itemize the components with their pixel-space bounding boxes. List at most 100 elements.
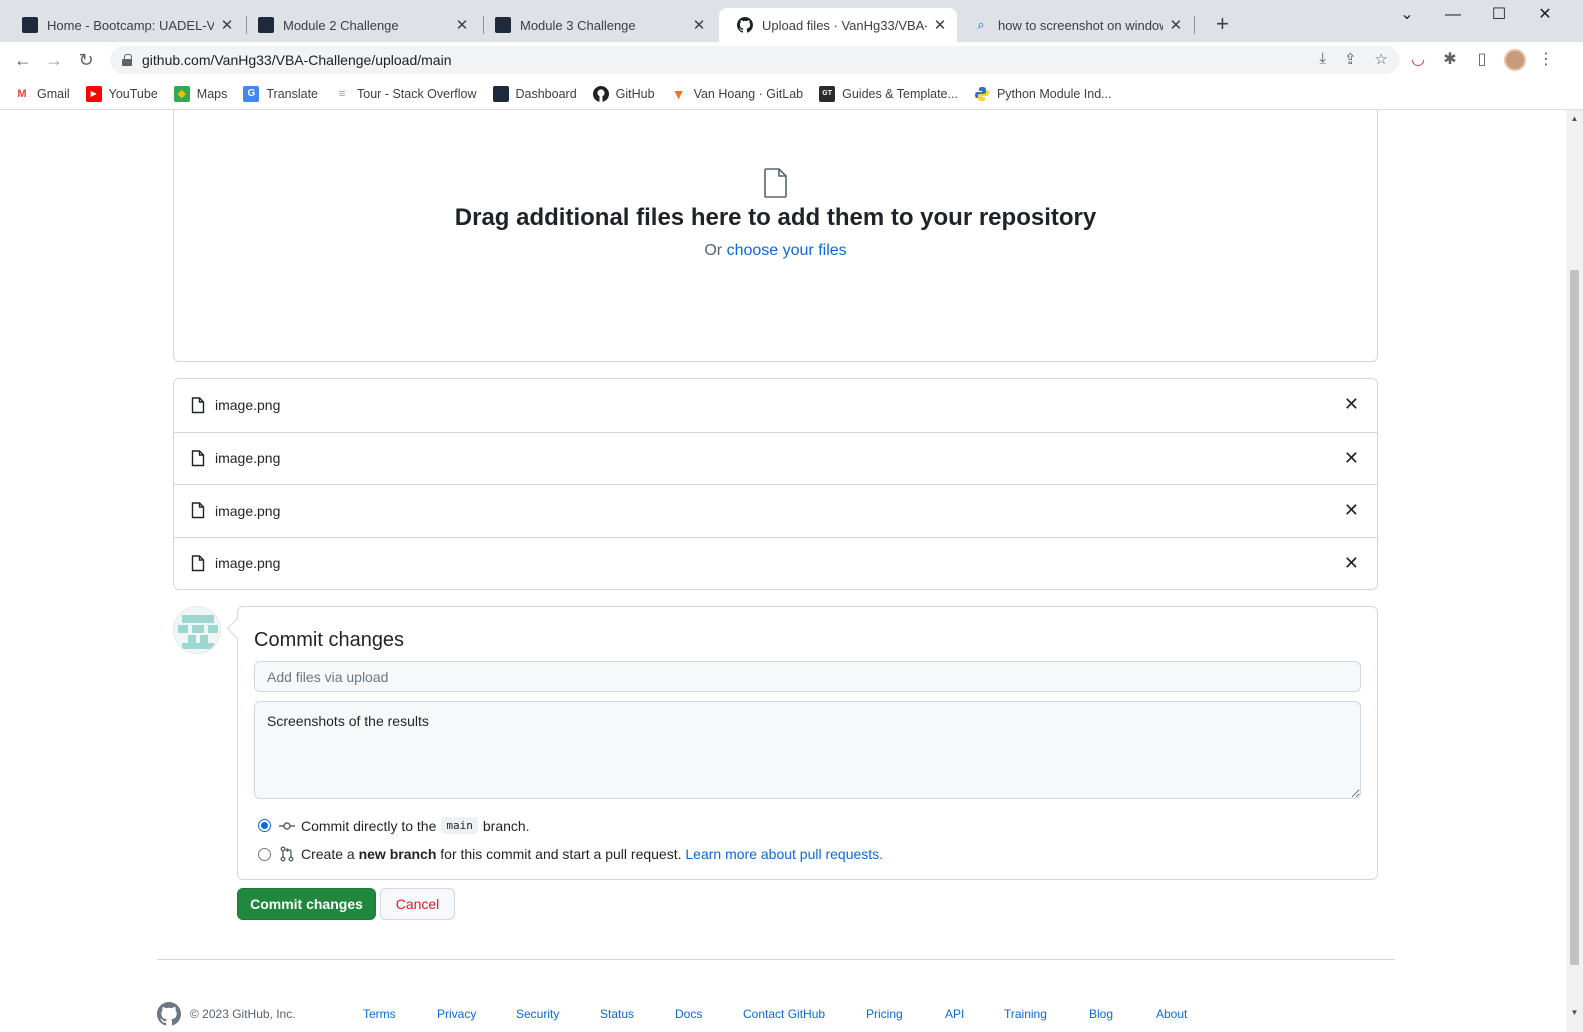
file-name: image.png — [215, 450, 281, 467]
remove-file-icon[interactable]: ✕ — [1344, 394, 1359, 414]
bookmark-python[interactable]: Python Module Ind... — [974, 86, 1112, 102]
footer-link-api[interactable]: API — [945, 1007, 964, 1021]
share-icon[interactable]: ⇪ — [1344, 50, 1357, 68]
bootcamp-favicon-icon — [22, 17, 38, 33]
maps-icon: ◆ — [173, 85, 190, 102]
bookmark-maps[interactable]: ◆ Maps — [173, 85, 227, 102]
footer-link-about[interactable]: About — [1156, 1007, 1187, 1021]
bookmarks-bar: M Gmail ▶ YouTube ◆ Maps G Translate ≡ Tour -… — [0, 78, 1583, 110]
footer-link-status[interactable]: Status — [600, 1007, 634, 1021]
gmail-icon: M — [17, 87, 27, 100]
scroll-up-icon[interactable]: ▲ — [1566, 114, 1583, 123]
maximize-icon[interactable]: ☐ — [1476, 4, 1522, 26]
uploaded-files-list: image.png ✕ image.png ✕ image.png ✕ imag… — [173, 378, 1378, 590]
commit-direct-radio[interactable] — [258, 819, 271, 832]
file-name: image.png — [215, 555, 281, 572]
extensions-puzzle-icon[interactable]: ✱ — [1440, 51, 1460, 69]
file-icon — [191, 502, 205, 519]
close-tab-icon[interactable]: ✕ — [691, 16, 707, 34]
footer-link-security[interactable]: Security — [516, 1007, 559, 1021]
close-tab-icon[interactable]: ✕ — [1169, 16, 1183, 34]
footer-link-terms[interactable]: Terms — [363, 1007, 396, 1021]
commit-new-branch-option[interactable]: Create a new branch for this commit and … — [258, 846, 883, 862]
cancel-button[interactable]: Cancel — [380, 888, 455, 920]
pocket-extension-icon[interactable]: ◡ — [1408, 51, 1428, 69]
menu-kebab-icon[interactable]: ⋮ — [1536, 51, 1556, 69]
tab-search-dropdown-icon[interactable]: ⌄ — [1384, 4, 1430, 26]
bookmark-star-icon[interactable]: ☆ — [1375, 50, 1388, 68]
page-scrollbar[interactable]: ▲ ▼ — [1566, 110, 1583, 1032]
install-icon[interactable]: ⤓ — [1319, 50, 1326, 68]
remove-file-icon[interactable]: ✕ — [1344, 553, 1359, 573]
bookmark-guides[interactable]: GT Guides & Template... — [819, 85, 958, 102]
new-tab-icon[interactable]: + — [1216, 12, 1229, 36]
commit-changes-button[interactable]: Commit changes — [237, 888, 376, 920]
file-icon — [191, 555, 205, 571]
dashboard-icon — [492, 85, 509, 102]
gitlab-icon: ▼ — [671, 85, 686, 102]
close-tab-icon[interactable]: ✕ — [454, 16, 470, 34]
search-favicon-icon: ⌕ — [977, 17, 985, 32]
file-dropzone[interactable]: Drag additional files here to add them t… — [173, 110, 1378, 362]
remove-file-icon[interactable]: ✕ — [1344, 448, 1359, 468]
tab-module-3[interactable]: Module 3 Challenge ✕ — [477, 8, 717, 42]
footer-link-blog[interactable]: Blog — [1089, 1007, 1113, 1021]
footer-link-training[interactable]: Training — [1004, 1007, 1047, 1021]
close-tab-icon[interactable]: ✕ — [220, 16, 234, 34]
remove-file-icon[interactable]: ✕ — [1344, 500, 1359, 520]
copyright-text: © 2023 GitHub, Inc. — [190, 1007, 296, 1021]
close-tab-icon[interactable]: ✕ — [933, 16, 947, 34]
choose-files-link[interactable]: choose your files — [727, 242, 847, 259]
forward-icon[interactable]: → — [43, 49, 65, 71]
footer-link-privacy[interactable]: Privacy — [437, 1007, 476, 1021]
identicon-icon — [174, 607, 220, 653]
dropzone-title: Drag additional files here to add them t… — [454, 204, 1097, 231]
commit-summary-input[interactable] — [254, 661, 1361, 692]
bookmark-stack-overflow[interactable]: ≡ Tour - Stack Overflow — [334, 86, 477, 102]
close-window-icon[interactable]: ✕ — [1522, 4, 1568, 26]
bookmark-youtube[interactable]: ▶ YouTube — [85, 85, 158, 102]
footer: © 2023 GitHub, Inc. Terms Privacy Securi… — [157, 1002, 1395, 1026]
file-name: image.png — [215, 397, 281, 414]
footer-link-contact[interactable]: Contact GitHub — [743, 1007, 825, 1021]
bookmark-gmail[interactable]: M Gmail — [14, 86, 69, 102]
tab-module-2[interactable]: Module 2 Challenge ✕ — [240, 8, 480, 42]
profile-avatar[interactable] — [1504, 49, 1526, 71]
file-icon — [191, 450, 205, 466]
file-row: image.png ✕ — [174, 431, 1377, 485]
github-logo-icon[interactable] — [157, 1002, 181, 1026]
bookmark-dashboard[interactable]: Dashboard — [492, 85, 577, 102]
scroll-thumb[interactable] — [1570, 270, 1579, 965]
learn-more-pull-requests-link[interactable]: Learn more about pull requests. — [685, 846, 883, 862]
commit-direct-option[interactable]: Commit directly to the main branch. — [258, 817, 530, 834]
minimize-icon[interactable]: — — [1430, 4, 1476, 26]
back-icon[interactable]: ← — [12, 49, 34, 71]
footer-link-pricing[interactable]: Pricing — [866, 1007, 903, 1021]
tab-title: Module 2 Challenge — [283, 17, 399, 33]
scroll-down-icon[interactable]: ▼ — [1566, 1008, 1583, 1017]
github-favicon-icon — [737, 17, 753, 33]
reload-icon[interactable]: ↻ — [75, 49, 97, 71]
tab-bootcamp[interactable]: Home - Bootcamp: UADEL-VIRT- ✕ — [4, 8, 244, 42]
branch-name-chip: main — [441, 817, 478, 834]
tab-title: Home - Bootcamp: UADEL-VIRT- — [47, 17, 215, 33]
commit-new-branch-radio[interactable] — [258, 847, 271, 861]
commit-form: Commit changes Screenshots of the result… — [237, 606, 1378, 880]
dropzone-subtitle: Or choose your files — [704, 242, 847, 259]
browser-chrome: Home - Bootcamp: UADEL-VIRT- ✕ Module 2 … — [0, 0, 1583, 110]
tab-upload-files[interactable]: Upload files · VanHg33/VBA-Cha ✕ — [719, 8, 957, 42]
stack-overflow-icon: ≡ — [338, 87, 346, 100]
footer-link-docs[interactable]: Docs — [675, 1007, 702, 1021]
user-avatar[interactable] — [173, 606, 221, 654]
file-icon — [764, 168, 787, 198]
url-text[interactable]: github.com/VanHg33/VBA-Challenge/upload/… — [142, 52, 452, 68]
bookmark-github[interactable]: GitHub — [592, 85, 655, 102]
bookmark-gitlab[interactable]: ▼ Van Hoang · GitLab — [671, 86, 804, 102]
lock-icon[interactable] — [122, 54, 132, 66]
tab-search[interactable]: ⌕ how to screenshot on windows - ✕ — [955, 8, 1193, 42]
commit-description-textarea[interactable]: Screenshots of the results — [254, 701, 1361, 799]
address-bar[interactable]: github.com/VanHg33/VBA-Challenge/upload/… — [110, 46, 1400, 74]
side-panel-icon[interactable]: ▯ — [1472, 51, 1492, 69]
bookmark-translate[interactable]: G Translate — [243, 85, 318, 102]
youtube-icon: ▶ — [85, 85, 102, 102]
